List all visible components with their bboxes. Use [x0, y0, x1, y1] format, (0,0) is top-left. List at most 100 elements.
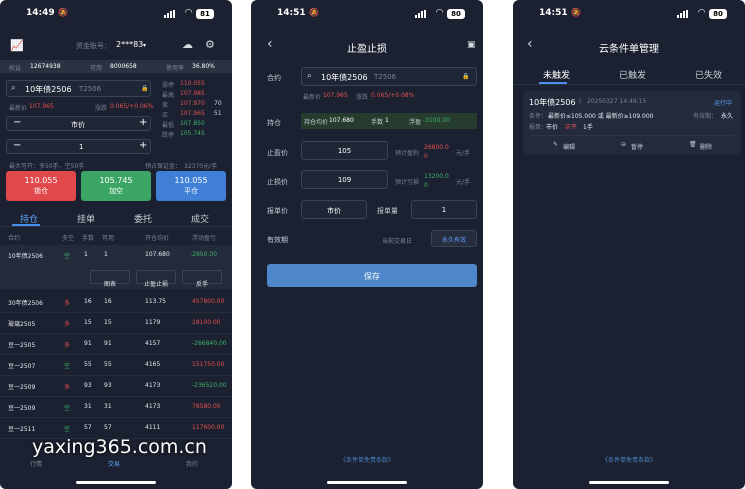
validity-label: 有效期	[267, 236, 288, 244]
cell-contract: 豆一2509	[8, 384, 36, 391]
tab-active-indicator	[539, 82, 567, 84]
button-label: 平仓	[184, 187, 198, 195]
add-short-button[interactable]: 105.745 加空	[81, 171, 151, 201]
column-header: 可用	[102, 235, 115, 242]
chart-icon[interactable]: 📈	[10, 39, 24, 52]
contract-name: 10年债2506	[25, 85, 72, 94]
cell-direction: 多	[64, 321, 71, 328]
cell-lots: 93	[84, 382, 92, 389]
cell-price: 4173	[145, 382, 161, 389]
edit-button[interactable]: 编辑	[563, 142, 575, 151]
reverse-button[interactable]: 反手	[182, 270, 222, 288]
tab-3[interactable]: 成交	[191, 212, 209, 225]
nav-item-0[interactable]: 行情	[30, 459, 42, 468]
disclaimer-link[interactable]: 《条件单免责条款》	[251, 455, 483, 464]
price-mode-stepper[interactable]: − 市价 +	[6, 116, 151, 131]
order-action: 买平	[565, 124, 578, 131]
nav-item-2[interactable]: 我的	[186, 459, 198, 468]
pnl-value: -3100.00	[423, 117, 450, 124]
margin-label: 预占保证金：	[145, 163, 182, 170]
conditional-order-card[interactable]: 10年债2506 | 20250327 14:49:15 运行中 条件： 最新价…	[523, 91, 741, 155]
change-value: 0.065/+0.06%	[110, 103, 154, 110]
order-qty-input[interactable]: 1	[411, 200, 477, 219]
lock-position-button[interactable]: 110.055 锁仓	[6, 171, 76, 201]
status-bar: 14:49 🔕 ◠ 81	[0, 8, 232, 22]
stop-loss-input[interactable]: 109	[301, 170, 388, 189]
gear-icon[interactable]: ⚙	[205, 38, 215, 51]
contract-search[interactable]: ⌕ 10年债2506 T2506 🔒	[301, 67, 477, 86]
tab-2[interactable]: 委托	[134, 212, 152, 225]
quantity-stepper[interactable]: − 1 +	[6, 139, 151, 154]
available-label: 可用	[90, 65, 103, 72]
delete-button[interactable]: 删除	[700, 142, 712, 151]
disclaimer-link[interactable]: 《条件单免责条款》	[513, 455, 745, 464]
cell-lots: 31	[84, 403, 92, 410]
take-profit-stop-loss-button[interactable]: 止盈止损	[136, 270, 176, 288]
save-button[interactable]: 保存	[267, 264, 477, 287]
order-price-label: 报单价	[267, 207, 288, 215]
row-action-label: 图表	[103, 281, 116, 288]
trash-icon[interactable]: 🗑	[689, 141, 697, 148]
account-value[interactable]: 2***83	[116, 40, 143, 49]
plus-icon[interactable]: +	[139, 117, 147, 128]
signal-icon	[415, 10, 427, 18]
validity-label: 有效期：	[693, 113, 718, 120]
table-row[interactable]: 豆一2505 多 91 91 4157 -266840.00	[0, 334, 232, 355]
order-price-select[interactable]: 市价	[301, 200, 367, 219]
change-value: 0.065/+0.08%	[371, 92, 415, 99]
table-row[interactable]: 豆一2509 空 31 31 4173 78580.00	[0, 397, 232, 418]
cell-available: 91	[104, 340, 112, 347]
order-qty-value: 1	[441, 206, 447, 214]
order-qty: 1手	[583, 124, 593, 131]
pause-button[interactable]: 暂停	[631, 142, 643, 151]
cell-contract: 豆一2505	[8, 342, 36, 349]
minus-icon[interactable]: −	[13, 117, 21, 128]
tab-0[interactable]: 未触发	[543, 68, 570, 81]
expected-loss-value: 13200.00	[424, 173, 449, 189]
usage-label: 使用率	[166, 65, 185, 72]
tab-1[interactable]: 已触发	[619, 68, 646, 81]
quote-label: 涨停	[162, 82, 175, 89]
page-title: 止盈止损	[347, 44, 387, 55]
validity-option-permanent[interactable]: 永久有效	[431, 230, 477, 247]
signal-icon	[164, 10, 176, 18]
cell-contract: 玻璃2505	[8, 321, 36, 328]
table-row[interactable]: 30年债2506 多 16 16 113.75 457800.00	[0, 292, 232, 313]
table-row[interactable]: 豆一2509 多 93 93 4173 -236520.00	[0, 376, 232, 397]
cloud-icon[interactable]: ☁	[182, 38, 193, 51]
pause-icon[interactable]: ⊖	[621, 141, 626, 148]
contract-search[interactable]: ⌕ 10年债2506 T2506 🔒	[6, 80, 151, 97]
quote-panel: 涨停 110.055 最高 107.985 卖 107.970 70 买 107.965 51 最低…	[158, 80, 226, 156]
tab-1[interactable]: 挂单	[77, 212, 95, 225]
last-price-label: 最新价	[9, 105, 28, 112]
minus-icon[interactable]: −	[13, 140, 21, 151]
expanded-position-row[interactable]: 10年债2506 空 1 1 107.680 -2850.00 图表 止盈止损 反手	[0, 245, 232, 289]
cell-pnl: 457800.00	[192, 298, 225, 305]
plus-icon[interactable]: +	[139, 140, 147, 151]
cell-available: 31	[104, 403, 112, 410]
home-indicator	[327, 481, 407, 484]
save-button-label: 保存	[364, 272, 380, 281]
quote-volume: 51	[214, 110, 222, 117]
table-row[interactable]: 玻璃2505 多 15 15 1179 18100.00	[0, 313, 232, 334]
chevron-down-icon[interactable]: ▾	[143, 42, 146, 49]
battery-icon: 80	[447, 9, 465, 19]
validity-option-today[interactable]: 当前交易日	[382, 236, 412, 245]
close-position-button[interactable]: 110.055 平仓	[156, 171, 226, 201]
cell-price: 113.75	[145, 298, 166, 305]
table-row[interactable]: 豆一2507 空 55 55 4165 151750.00	[0, 355, 232, 376]
tab-2[interactable]: 已失效	[695, 68, 722, 81]
change-label: 涨跌	[356, 94, 369, 101]
chart-button[interactable]: 图表	[90, 270, 130, 288]
document-icon[interactable]: ▣	[467, 40, 476, 50]
tabs-divider	[513, 84, 745, 85]
cell-direction: 空	[64, 426, 71, 433]
edit-icon[interactable]: ✎	[553, 141, 558, 148]
cell-contract: 10年债2506	[8, 253, 43, 260]
nav-item-1[interactable]: 交易	[108, 459, 120, 468]
equity-value: 12674938	[30, 63, 61, 70]
take-profit-input[interactable]: 105	[301, 141, 388, 160]
wifi-icon: ◠	[185, 8, 192, 18]
status-bar: 14:51 🔕 ◠ 80	[513, 8, 745, 22]
expected-profit-label: 预计盈利	[395, 150, 420, 157]
